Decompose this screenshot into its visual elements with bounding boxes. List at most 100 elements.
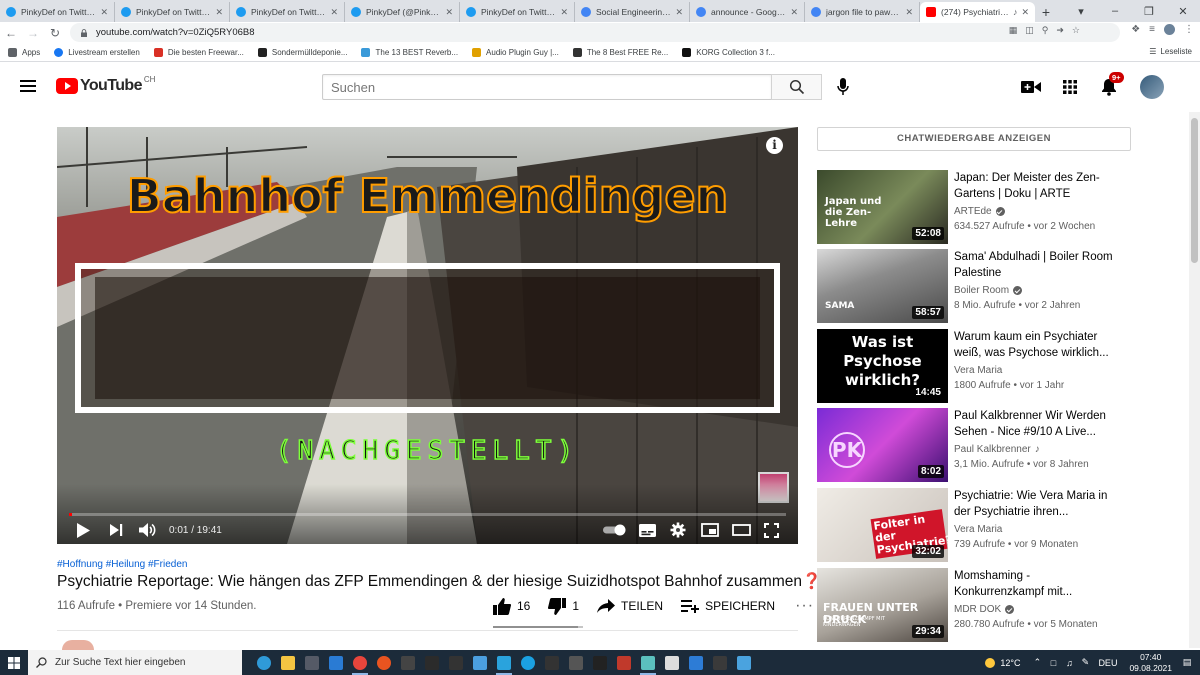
taskbar-app-button[interactable] [252,650,276,675]
bookmark-star-icon[interactable]: ☆ [1072,25,1080,36]
recommendation-title[interactable]: Japan: Der Meister des Zen-Gartens | Dok… [954,171,1114,202]
tab-close-icon[interactable]: ✕ [675,7,683,18]
address-bar[interactable]: youtube.com/watch?v=0ZiQ5RY06B8 ▦ ◫ ⚲ ➜ … [70,23,1120,42]
translate-icon[interactable]: ◫ [1025,25,1034,36]
taskbar-app-button[interactable] [612,650,636,675]
maximize-icon[interactable]: ❐ [1132,5,1166,18]
reload-icon[interactable]: ↻ [44,26,66,40]
subtitles-button[interactable] [639,520,656,540]
search-input[interactable] [331,79,771,95]
taskbar-app-button[interactable] [732,650,756,675]
hashtags[interactable]: #Hoffnung #Heilung #Frieden [57,559,187,570]
taskbar-app-button[interactable] [276,650,300,675]
forward-arrow-icon[interactable]: → [22,26,44,40]
reading-list-button[interactable]: ☰ Leseliste [1149,47,1192,56]
weather-widget[interactable]: 12°C [985,657,1020,668]
browser-tab[interactable]: PinkyDef on Twitter: "" ✕ [460,2,575,22]
progress-bar[interactable] [69,513,786,516]
zoom-icon[interactable]: ⚲ [1042,25,1049,36]
mute-button[interactable] [139,520,156,540]
close-window-icon[interactable]: ✕ [1166,5,1200,18]
taskbar-app-button[interactable] [468,650,492,675]
pen-icon[interactable]: ✎ [1078,657,1092,668]
new-tab-plus-icon[interactable]: + [1035,2,1057,22]
recommendation-thumbnail[interactable]: Was ist Psychose wirklich? 14:45 [817,329,948,403]
scrollbar-thumb[interactable] [1191,118,1198,263]
profile-avatar-icon[interactable] [1164,24,1175,35]
back-arrow-icon[interactable]: ← [0,26,22,40]
recommendation-title[interactable]: Warum kaum ein Psychiater weiß, was Psyc… [954,330,1114,361]
bookmark-item[interactable]: Audio Plugin Guy |... [472,47,559,57]
account-button[interactable] [1137,75,1167,99]
taskbar-app-button[interactable] [420,650,444,675]
browser-tab[interactable]: PinkyDef on Twitter: "" ✕ [230,2,345,22]
browser-tab[interactable]: announce - Google Su ✕ [690,2,805,22]
notification-center-icon[interactable]: ▤ [1180,657,1194,668]
recommendation-thumbnail[interactable]: SAMA 58:57 [817,249,948,323]
channel-avatar[interactable] [62,640,94,650]
search-button[interactable] [771,74,822,100]
recommendation-channel[interactable]: Boiler Room [954,285,1023,296]
recommendation-title[interactable]: Psychiatrie: Wie Vera Maria in der Psych… [954,489,1114,520]
taskbar-app-button[interactable] [564,650,588,675]
recommendation-channel[interactable]: Vera Maria [954,524,1002,535]
taskbar-app-button[interactable] [540,650,564,675]
tab-audio-icon[interactable]: ♪ [1013,7,1018,17]
taskbar-app-button[interactable] [708,650,732,675]
recommendation-thumbnail[interactable]: FRAUEN UNTER DRUCK KONKURRENZKAMPF MIT KI… [817,568,948,642]
tab-close-icon[interactable]: ✕ [215,7,223,18]
recommendation-item[interactable]: SAMA 58:57 Sama' Abdulhadi | Boiler Room P… [817,249,1147,323]
extensions-puzzle-icon[interactable]: ❖ [1131,24,1140,35]
bookmark-item[interactable]: The 8 Best FREE Re... [572,47,668,57]
voice-search-button[interactable] [832,76,854,98]
browser-tab[interactable]: jargon file to pawn ha ✕ [805,2,920,22]
youtube-logo[interactable]: YouTube CH [56,75,155,95]
show-hidden-icons-icon[interactable]: ⌃ [1030,657,1044,668]
create-video-button[interactable] [1020,76,1042,98]
browser-tab[interactable]: Social Engineering - G ✕ [575,2,690,22]
taskbar-app-button[interactable] [636,650,660,675]
tab-search-icon[interactable]: ▾ [1064,5,1098,18]
tab-close-icon[interactable]: ✕ [1021,7,1029,18]
tab-close-icon[interactable]: ✕ [790,7,798,18]
share-icon[interactable]: ➜ [1056,25,1064,36]
autoplay-toggle[interactable] [603,520,627,540]
share-button[interactable]: TEILEN [597,599,663,613]
theater-mode-button[interactable] [732,520,751,540]
show-chat-replay-button[interactable]: CHATWIEDERGABE ANZEIGEN [817,127,1131,151]
recommendation-item[interactable]: Was ist Psychose wirklich? 14:45 Warum kau… [817,329,1147,403]
settings-button[interactable] [670,520,686,540]
save-button[interactable]: SPEICHERN [681,599,775,613]
browser-tab[interactable]: PinkyDef on Twitter: "" ✕ [115,2,230,22]
recommendation-title[interactable]: Paul Kalkbrenner Wir Werden Sehen - Nice… [954,409,1114,440]
network-icon[interactable]: □ [1046,658,1060,668]
bookmark-item[interactable]: Die besten Freewar... [153,47,244,57]
taskbar-app-button[interactable] [444,650,468,675]
guide-menu-icon[interactable] [20,80,36,92]
tab-close-icon[interactable]: ✕ [330,7,338,18]
recommendation-channel[interactable]: ARTEde [954,206,1005,217]
video-player[interactable]: Bahnhof Emmendingen (NACHGESTELLT) i 0:0… [57,127,798,544]
recommendation-channel[interactable]: MDR DOK [954,604,1015,615]
taskbar-app-button[interactable] [516,650,540,675]
dislike-button[interactable]: 1 [548,597,579,615]
like-button[interactable]: 16 [493,597,530,615]
page-scrollbar[interactable] [1189,112,1200,648]
speaker-icon[interactable]: ♫ [1062,658,1076,668]
more-actions-button[interactable]: ··· [795,597,814,615]
taskbar-app-button[interactable] [660,650,684,675]
fullscreen-button[interactable] [764,520,779,540]
taskbar-app-button[interactable] [684,650,708,675]
recommendation-title[interactable]: Momshaming - Konkurrenzkampf mit... [954,569,1114,600]
recommendation-item[interactable]: Folter in der Psychiatrie?32:02Psychiatr… [817,488,1147,562]
bookmark-item[interactable]: Sondermülldeponie... [257,47,347,57]
input-language[interactable]: DEU [1098,658,1117,668]
recommendation-title[interactable]: Sama' Abdulhadi | Boiler Room Palestine [954,250,1114,281]
recommendation-thumbnail[interactable]: Folter in der Psychiatrie?32:02 [817,488,948,562]
browser-tab[interactable]: (274) Psychiatrie R ♪ ✕ [920,2,1035,22]
notifications-button[interactable]: 9+ [1098,72,1124,98]
recommendation-channel[interactable]: Vera Maria [954,365,1002,376]
tab-close-icon[interactable]: ✕ [100,7,108,18]
tab-close-icon[interactable]: ✕ [905,7,913,18]
bookmark-item[interactable]: Livestream erstellen [54,47,140,57]
